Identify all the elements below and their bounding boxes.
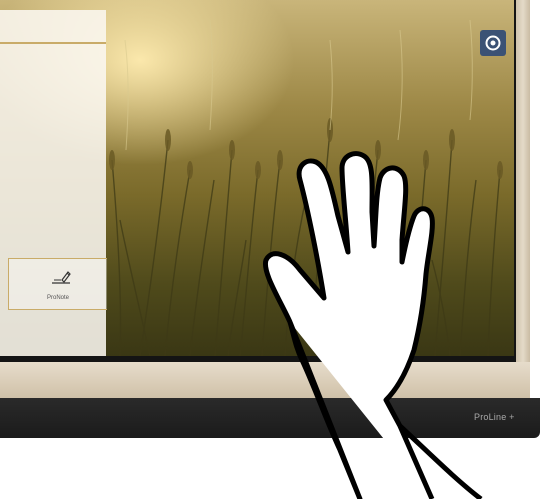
pronote-label: ProNote [46,295,69,301]
pronote-tile[interactable]: ProNote [8,258,107,310]
panel-divider [0,42,106,44]
pen-note-icon [52,271,71,284]
target-icon [485,35,501,51]
hand-illustration [262,151,483,499]
corner-button[interactable] [480,30,506,56]
